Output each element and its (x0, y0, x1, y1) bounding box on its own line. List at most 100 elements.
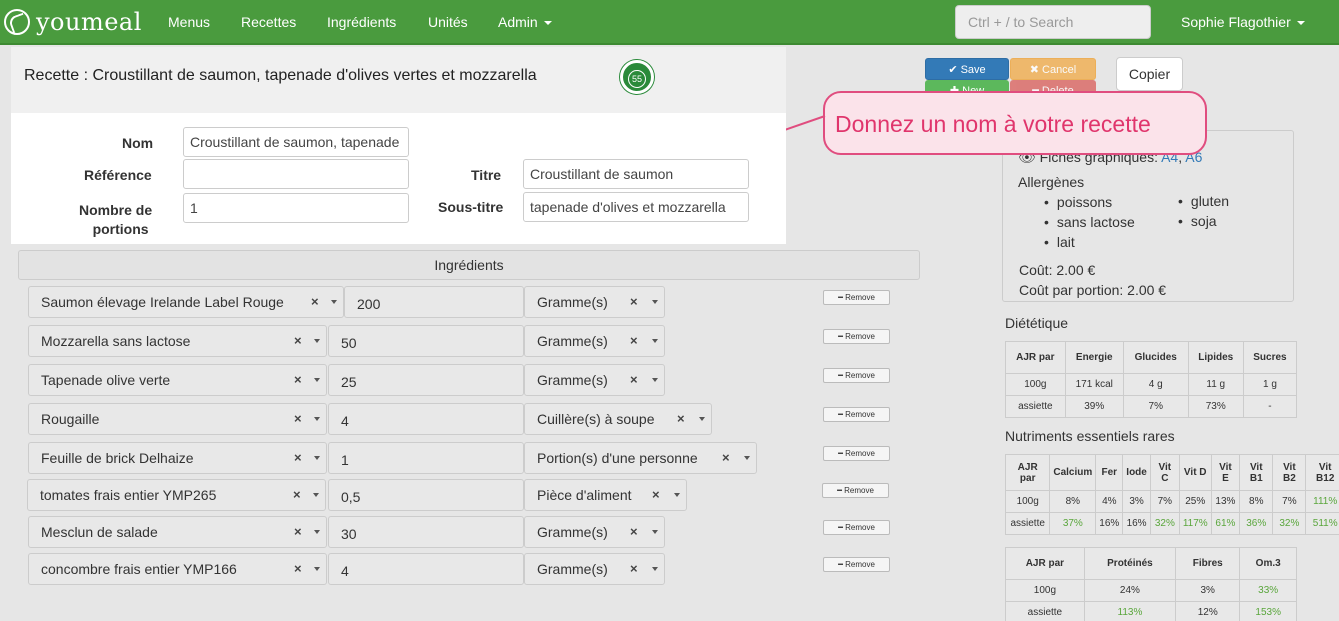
nom-field[interactable]: Croustillant de saumon, tapenade (183, 127, 409, 157)
clear-icon[interactable]: × (630, 554, 638, 584)
chevron-down-icon (314, 378, 320, 382)
clear-icon[interactable]: × (294, 404, 302, 434)
clear-icon[interactable]: × (652, 480, 660, 510)
ingredient-select[interactable]: Mozzarella sans lactose × (28, 325, 327, 357)
brand-logo-link[interactable]: youmeal (4, 8, 142, 36)
nav-ingredients[interactable]: Ingrédients (327, 14, 396, 30)
nav-admin-dropdown[interactable]: Admin (498, 14, 552, 30)
ingredients-header: Ingrédients (18, 250, 920, 280)
clear-icon[interactable]: × (677, 404, 685, 434)
table-cell: 171 kcal (1064, 373, 1124, 396)
table-cell: 113% (1083, 601, 1177, 621)
table-cell: 25% (1178, 490, 1212, 513)
quantity-field[interactable]: 30 (328, 516, 524, 548)
search-input[interactable] (955, 5, 1151, 39)
allergen-item: soja (1178, 213, 1217, 229)
portions-label: Nombre de portions (79, 202, 152, 237)
table-row: assiette 113% 12% 153% (1005, 601, 1297, 621)
ingredient-select[interactable]: tomates frais entier YMP265 × (27, 479, 326, 511)
ingredient-select[interactable]: concombre frais entier YMP166 × (28, 553, 327, 585)
remove-ingredient-button[interactable]: ━ Remove (823, 520, 890, 535)
clear-icon[interactable]: × (294, 554, 302, 584)
table-row: 100g 171 kcal 4 g 11 g1 g (1005, 373, 1298, 396)
clear-icon[interactable]: × (293, 480, 301, 510)
remove-ingredient-button[interactable]: ━ Remove (823, 290, 890, 305)
table-cell: 511% (1305, 512, 1339, 535)
remove-ingredient-button[interactable]: ━ Remove (823, 407, 890, 422)
chevron-down-icon (314, 567, 320, 571)
clear-icon[interactable]: × (630, 326, 638, 356)
ingredient-select[interactable]: Tapenade olive verte × (28, 364, 327, 396)
chevron-down-icon (652, 378, 658, 382)
chevron-down-icon (1296, 21, 1305, 26)
table-cell: 117% (1178, 512, 1212, 535)
clear-icon[interactable]: × (630, 517, 638, 547)
unit-select[interactable]: Gramme(s) × (524, 364, 665, 396)
chevron-down-icon (313, 493, 319, 497)
reference-field[interactable] (183, 159, 409, 189)
unit-label: Cuillère(s) à soupe (537, 411, 655, 427)
nav-menus[interactable]: Menus (168, 14, 210, 30)
clear-icon[interactable]: × (294, 365, 302, 395)
column-header: Calcium (1049, 454, 1097, 491)
cancel-button[interactable]: ✖ Cancel (1010, 58, 1096, 80)
allergen-item: gluten (1178, 193, 1229, 209)
table-cell: 32% (1272, 512, 1307, 535)
quantity-field[interactable]: 200 (344, 286, 524, 318)
quantity-field[interactable]: 1 (328, 442, 524, 474)
nav-recettes[interactable]: Recettes (241, 14, 296, 30)
table-cell: 16% (1095, 512, 1124, 535)
clear-icon[interactable]: × (294, 517, 302, 547)
remove-ingredient-button[interactable]: ━ Remove (823, 557, 890, 572)
sous-titre-field[interactable]: tapenade d'olives et mozzarella (523, 192, 749, 222)
titre-label: Titre (471, 167, 502, 183)
clear-icon[interactable]: × (630, 287, 638, 317)
column-header: Fibres (1175, 547, 1241, 580)
clear-icon[interactable]: × (311, 287, 319, 317)
unit-select[interactable]: Pièce d'aliment × (524, 479, 687, 511)
user-menu-dropdown[interactable]: Sophie Flagothier (1181, 14, 1305, 30)
save-button[interactable]: ✔ Save (925, 58, 1009, 80)
ingredient-select[interactable]: Saumon élevage Irelande Label Rouge × (28, 286, 344, 318)
ingredient-select[interactable]: Rougaille × (28, 403, 327, 435)
chevron-down-icon (652, 567, 658, 571)
remove-ingredient-button[interactable]: ━ Remove (823, 329, 890, 344)
quantity-field[interactable]: 4 (328, 403, 524, 435)
sous-titre-label: Sous-titre (438, 199, 504, 215)
portions-field[interactable]: 1 (183, 193, 409, 223)
titre-field[interactable]: Croustillant de saumon (523, 159, 749, 189)
clear-icon[interactable]: × (294, 326, 302, 356)
table-header-row: AJR par Protéinés Fibres Om.3 (1005, 547, 1297, 580)
unit-select[interactable]: Gramme(s) × (524, 286, 665, 318)
nutri-score-badge: 55 (620, 60, 654, 94)
ingredient-select[interactable]: Feuille de brick Delhaize × (28, 442, 327, 474)
ingredient-name: concombre frais entier YMP166 (41, 561, 237, 577)
cost-total: Coût: 2.00 € (1019, 262, 1096, 278)
copy-button[interactable]: Copier (1116, 57, 1183, 91)
table-cell: 36% (1239, 512, 1274, 535)
nav-unites[interactable]: Unités (428, 14, 468, 30)
top-navbar: youmeal Menus Recettes Ingrédients Unité… (0, 0, 1339, 45)
unit-label: Gramme(s) (537, 333, 608, 349)
quantity-field[interactable]: 50 (328, 325, 524, 357)
remove-ingredient-button[interactable]: ━ Remove (823, 368, 890, 383)
column-header: Energie (1064, 341, 1124, 374)
clear-icon[interactable]: × (630, 365, 638, 395)
unit-select[interactable]: Gramme(s) × (524, 325, 665, 357)
quantity-field[interactable]: 4 (328, 553, 524, 585)
unit-select[interactable]: Cuillère(s) à soupe × (524, 403, 712, 435)
table-row: 100g 24% 3% 33% (1005, 579, 1297, 602)
unit-select[interactable]: Portion(s) d'une personne × (524, 442, 757, 474)
page-title: Recette : Croustillant de saumon, tapena… (24, 67, 537, 84)
remove-ingredient-button[interactable]: ━ Remove (823, 446, 890, 461)
column-header: AJR par (1005, 341, 1066, 374)
quantity-field[interactable]: 0,5 (328, 479, 524, 511)
unit-select[interactable]: Gramme(s) × (524, 516, 665, 548)
clear-icon[interactable]: × (294, 443, 302, 473)
remove-ingredient-button[interactable]: ━ Remove (822, 483, 889, 498)
ingredient-select[interactable]: Mesclun de salade × (28, 516, 327, 548)
table-cell: 4 g (1122, 373, 1189, 396)
unit-select[interactable]: Gramme(s) × (524, 553, 665, 585)
clear-icon[interactable]: × (722, 443, 730, 473)
quantity-field[interactable]: 25 (328, 364, 524, 396)
